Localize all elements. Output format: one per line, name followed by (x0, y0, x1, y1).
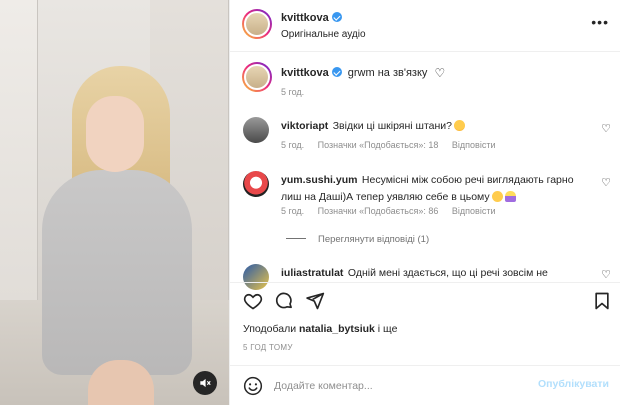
post-comment-button[interactable]: Опублікувати (538, 378, 609, 390)
person-sweater (42, 170, 192, 375)
more-horizontal-icon[interactable]: ••• (591, 14, 609, 30)
post-time-ago: 5 ГОД ТОМУ (243, 343, 293, 352)
comment-username[interactable]: yum.sushi.yum (281, 174, 357, 186)
verified-badge-icon (331, 67, 342, 77)
caption-username[interactable]: kvittkova (281, 67, 329, 79)
star-struck-emoji-icon (454, 120, 466, 131)
comment-meta: 5 год. Позначки «Подобається»: 18 Відпов… (281, 140, 506, 150)
smiling-emoji-icon (491, 191, 503, 202)
heart-icon[interactable] (243, 291, 263, 311)
comment-like-heart-icon[interactable]: ♡ (601, 176, 611, 189)
share-icon[interactable] (305, 291, 325, 311)
wall-panel (0, 0, 38, 300)
likes-summary: Уподобали natalia_bytsiuk і ще (243, 323, 397, 335)
view-replies-label[interactable]: Переглянути відповіді (1) (318, 234, 429, 245)
comment-like-heart-icon[interactable]: ♡ (601, 122, 611, 135)
divider-dash (286, 238, 306, 239)
heart-outline-icon: ♡ (434, 66, 446, 80)
caption-time-text: 5 год. (281, 87, 305, 97)
commenter-avatar[interactable] (243, 171, 269, 197)
person-knees (88, 360, 154, 405)
view-replies-button[interactable]: Переглянути відповіді (1) (286, 234, 429, 245)
author-avatar[interactable] (242, 9, 272, 39)
likes-suffix[interactable]: і ще (378, 323, 398, 335)
comment-reply-button[interactable]: Відповісти (452, 206, 496, 216)
comment-likes[interactable]: Позначки «Подобається»: 86 (318, 206, 439, 216)
comment-reply-button[interactable]: Відповісти (452, 140, 496, 150)
commenter-avatar[interactable] (243, 117, 269, 143)
comment-text: Одній мені здається, що ці речі зовсім н… (347, 267, 548, 279)
person-face (86, 96, 144, 172)
emoji-icon[interactable] (243, 376, 263, 396)
bookmark-icon[interactable] (592, 291, 612, 311)
likes-prefix: Уподобали (243, 323, 297, 335)
post-details-panel: kvittkova Оригінальне аудіо ••• kvittkov… (229, 0, 620, 405)
comment-time: 5 год. (281, 206, 305, 216)
comment-input[interactable] (274, 377, 524, 395)
audio-label[interactable]: Оригінальне аудіо (281, 29, 366, 40)
comment-item: yum.sushi.yum Несумісні між собою речі в… (281, 171, 606, 205)
person-emoji-icon (504, 191, 516, 202)
volume-muted-icon (200, 378, 211, 388)
comment-text: Несумісні між собою речі виглядають гарн… (361, 174, 574, 186)
author-username-text[interactable]: kvittkova (281, 12, 329, 24)
mute-button[interactable] (193, 371, 217, 395)
comment-text-continued: лиш на Даші)А тепер уявляю себе в цьому (281, 191, 490, 203)
caption-text: grwm на зв'язку (347, 67, 428, 79)
comment-text: Звідки ці шкіряні штани? (332, 120, 453, 132)
comment-item: iuliastratulat Одній мені здається, що ц… (281, 264, 606, 281)
author-username[interactable]: kvittkova (281, 12, 342, 24)
comment-username[interactable]: viktoriapt (281, 120, 328, 132)
post-header: kvittkova Оригінальне аудіо ••• (230, 0, 620, 52)
comment-likes[interactable]: Позначки «Подобається»: 18 (318, 140, 439, 150)
comment-username[interactable]: iuliastratulat (281, 267, 343, 279)
likes-user[interactable]: natalia_bytsiuk (299, 323, 375, 335)
verified-badge-icon (331, 12, 342, 22)
comment-time: 5 год. (281, 140, 305, 150)
comment-like-heart-icon[interactable]: ♡ (601, 268, 611, 281)
post-video[interactable] (0, 0, 229, 405)
caption-avatar[interactable] (242, 62, 272, 92)
caption: kvittkova grwm на зв'язку ♡ (281, 66, 445, 80)
caption-time: 5 год. (281, 87, 315, 97)
comment-icon[interactable] (274, 291, 294, 311)
action-bar (230, 282, 620, 314)
comment-composer: Опублікувати (230, 365, 620, 405)
comment-meta: 5 год. Позначки «Подобається»: 86 Відпов… (281, 206, 506, 216)
comment-item: viktoriapt Звідки ці шкіряні штани? (281, 117, 606, 134)
